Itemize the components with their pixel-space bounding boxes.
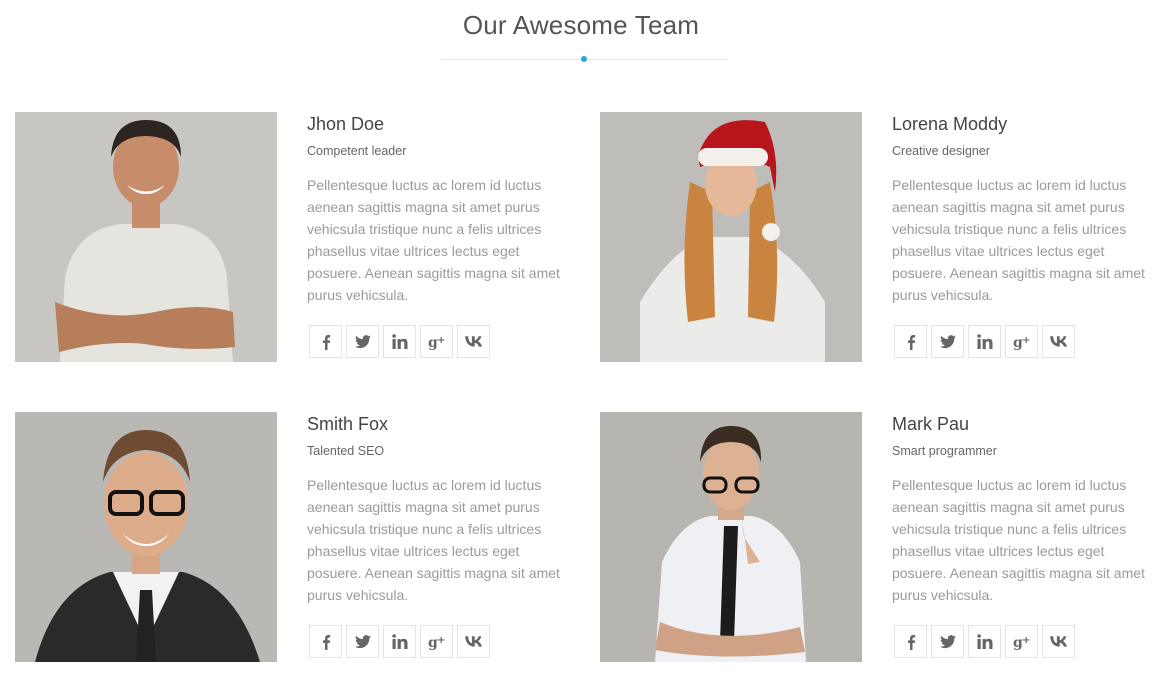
member-role: Talented SEO <box>307 444 385 458</box>
member-name: Mark Pau <box>892 414 970 434</box>
facebook-icon[interactable] <box>894 325 927 358</box>
twitter-icon[interactable] <box>931 325 964 358</box>
svg-text:+: + <box>1022 635 1030 646</box>
member-bio: Pellentesque luctus ac lorem id luctus a… <box>307 477 560 603</box>
social-links: g + <box>894 325 1075 358</box>
member-bio: Pellentesque luctus ac lorem id luctus a… <box>307 177 560 303</box>
member-photo <box>15 412 277 662</box>
svg-text:+: + <box>1022 335 1030 346</box>
social-links: g + <box>309 625 490 658</box>
member-bio: Pellentesque luctus ac lorem id luctus a… <box>892 177 1145 303</box>
google-plus-icon[interactable]: g + <box>420 325 453 358</box>
member-role: Creative designer <box>892 144 990 158</box>
svg-text:+: + <box>437 635 445 646</box>
team-member-card: Mark Pau Smart programmer Pellentesque l… <box>600 412 1160 662</box>
member-photo <box>15 112 277 362</box>
member-name: Lorena Moddy <box>892 114 1008 134</box>
member-bio: Pellentesque luctus ac lorem id luctus a… <box>892 477 1145 603</box>
linkedin-icon[interactable] <box>968 325 1001 358</box>
section-title: Our Awesome Team <box>462 10 700 40</box>
member-name: Smith Fox <box>307 414 389 434</box>
twitter-icon[interactable] <box>931 625 964 658</box>
linkedin-icon[interactable] <box>383 325 416 358</box>
svg-text:+: + <box>437 335 445 346</box>
social-links: g + <box>309 325 490 358</box>
member-name: Jhon Doe <box>307 114 385 134</box>
twitter-icon[interactable] <box>346 325 379 358</box>
facebook-icon[interactable] <box>894 625 927 658</box>
social-links: g + <box>894 625 1075 658</box>
team-member-card: Lorena Moddy Creative designer Pellentes… <box>600 112 1160 362</box>
google-plus-icon[interactable]: g + <box>420 625 453 658</box>
linkedin-icon[interactable] <box>968 625 1001 658</box>
member-role: Competent leader <box>307 144 407 158</box>
vk-icon[interactable] <box>457 625 490 658</box>
vk-icon[interactable] <box>1042 625 1075 658</box>
vk-icon[interactable] <box>457 325 490 358</box>
google-plus-icon[interactable]: g + <box>1005 325 1038 358</box>
google-plus-icon[interactable]: g + <box>1005 625 1038 658</box>
facebook-icon[interactable] <box>309 625 342 658</box>
team-member-card: Smith Fox Talented SEO Pellentesque luct… <box>15 412 575 662</box>
facebook-icon[interactable] <box>309 325 342 358</box>
vk-icon[interactable] <box>1042 325 1075 358</box>
member-role: Smart programmer <box>892 444 997 458</box>
member-photo <box>600 112 862 362</box>
team-member-card: Jhon Doe Competent leader Pellentesque l… <box>15 112 575 362</box>
member-photo <box>600 412 862 662</box>
linkedin-icon[interactable] <box>383 625 416 658</box>
twitter-icon[interactable] <box>346 625 379 658</box>
title-divider-dot <box>581 56 587 62</box>
